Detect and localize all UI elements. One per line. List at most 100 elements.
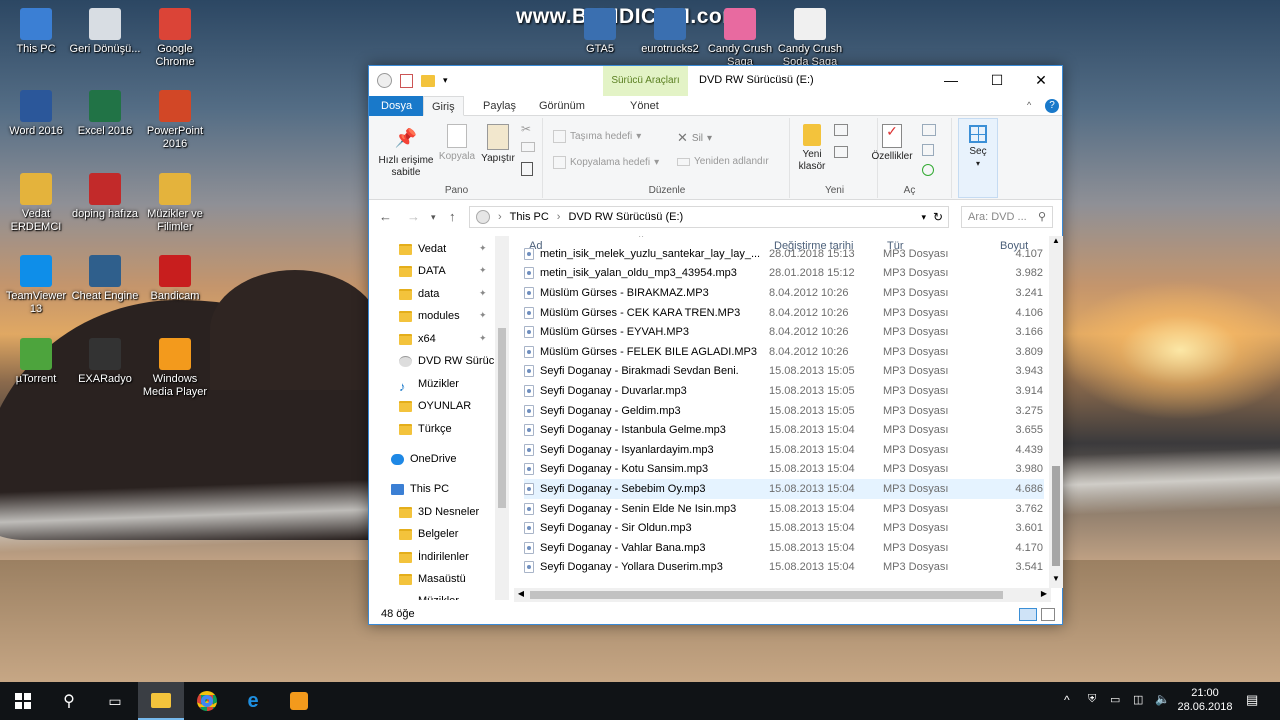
file-list-vertical-scrollbar[interactable]: ▲ ▼ — [1049, 236, 1063, 588]
desktop-icon[interactable]: doping hafıza — [69, 173, 141, 221]
help-icon[interactable]: ? — [1045, 99, 1059, 113]
edge-taskbar-icon[interactable]: e — [230, 682, 276, 720]
copy-path-icon[interactable] — [521, 142, 535, 152]
address-history-chevron-icon[interactable]: ▾ — [921, 212, 926, 223]
large-icons-view-icon[interactable] — [1041, 608, 1055, 621]
desktop-icon[interactable]: eurotrucks2 — [634, 8, 706, 56]
volume-icon[interactable]: 🔈 — [1155, 692, 1170, 706]
nav-item[interactable]: OYUNLAR — [399, 395, 471, 417]
easy-access-icon[interactable] — [834, 146, 848, 158]
defender-shield-icon[interactable]: ⛨ — [1088, 693, 1096, 706]
scroll-left-icon[interactable]: ◀ — [514, 589, 528, 598]
open-icon[interactable] — [922, 124, 936, 136]
media-player-taskbar-icon[interactable] — [276, 682, 322, 720]
nav-item[interactable]: Türkçe — [399, 418, 452, 440]
up-arrow-icon[interactable]: ↑ — [449, 209, 456, 224]
file-row[interactable]: Seyfi Doganay - Birakmadi Sevdan Beni. 15… — [524, 362, 1044, 382]
nav-item[interactable]: data — [399, 283, 439, 305]
nav-item[interactable]: ♪ Müzikler — [399, 373, 459, 395]
desktop-icon[interactable]: Candy Crush Soda Saga — [774, 8, 846, 69]
nav-item[interactable]: x64 — [399, 328, 436, 350]
file-row[interactable]: Seyfi Doganay - Istanbula Gelme.mp3 15.08… — [524, 420, 1044, 440]
paste-shortcut-icon[interactable] — [521, 162, 533, 176]
scroll-up-icon[interactable]: ▲ — [1049, 236, 1063, 250]
tab-home[interactable]: Giriş — [423, 96, 464, 116]
file-row[interactable]: Seyfi Doganay - Vahlar Bana.mp3 15.08.201… — [524, 538, 1044, 558]
forward-arrow-icon[interactable]: → — [407, 209, 420, 224]
cut-icon[interactable]: ✂ — [521, 122, 531, 136]
file-row[interactable]: Seyfi Doganay - Isyanlardayim.mp3 15.08.2… — [524, 440, 1044, 460]
new-folder-button[interactable]: Yeni klasör — [792, 122, 832, 173]
tab-view[interactable]: Görünüm — [531, 96, 593, 116]
task-view-icon[interactable]: ▭ — [92, 682, 138, 720]
tab-manage[interactable]: Yönet — [622, 96, 667, 116]
tab-file[interactable]: Dosya — [369, 96, 425, 116]
clock[interactable]: 21:00 28.06.2018 — [1177, 686, 1233, 714]
new-item-icon[interactable] — [834, 124, 848, 136]
desktop-icon[interactable]: EXARadyo — [69, 338, 141, 386]
copy-to-button[interactable]: Kopyalama hedefi ▾ — [553, 156, 659, 169]
expand-ribbon-icon[interactable]: ^ — [1027, 100, 1031, 110]
power-battery-icon[interactable]: ▭ — [1110, 693, 1120, 706]
desktop-icon[interactable]: µTorrent — [0, 338, 72, 386]
history-icon[interactable] — [922, 164, 934, 176]
file-row[interactable]: Müslüm Gürses - BIRAKMAZ.MP3 8.04.2012 10… — [524, 283, 1044, 303]
new-folder-quick-icon[interactable] — [421, 74, 435, 87]
nav-item[interactable]: Vedat — [399, 238, 446, 260]
desktop-icon[interactable]: TeamViewer 13 — [0, 255, 72, 316]
network-icon[interactable]: ◫ — [1133, 693, 1143, 706]
desktop-icon[interactable]: Google Chrome — [139, 8, 211, 69]
scroll-right-icon[interactable]: ▶ — [1037, 589, 1051, 598]
file-row[interactable]: Seyfi Doganay - Senin Elde Ne Isin.mp3 15… — [524, 499, 1044, 519]
chrome-taskbar-icon[interactable] — [184, 682, 230, 720]
start-windows-icon[interactable] — [0, 682, 46, 720]
properties-quick-icon[interactable] — [400, 73, 413, 88]
properties-button[interactable]: ✓ Özellikler — [868, 122, 916, 163]
file-row[interactable]: Seyfi Doganay - Duvarlar.mp3 15.08.2013 1… — [524, 381, 1044, 401]
paste-button[interactable]: Yapıştır — [479, 122, 517, 165]
desktop-icon[interactable]: GTA5 — [564, 8, 636, 56]
hscroll-thumb[interactable] — [530, 591, 1003, 599]
nav-item[interactable]: DVD RW Sürücü — [399, 350, 500, 372]
file-row[interactable]: metin_isik_melek_yuzlu_santekar_lay_lay_… — [524, 244, 1044, 264]
address-bar[interactable]: › This PC › DVD RW Sürücüsü (E:) ▾ ↻ — [469, 206, 949, 228]
desktop-icon[interactable]: Excel 2016 — [69, 90, 141, 138]
show-hidden-icons-chevron-icon[interactable]: ^ — [1064, 693, 1070, 707]
nav-item[interactable]: 3D Nesneler — [399, 501, 479, 523]
nav-item[interactable]: modules — [399, 305, 460, 327]
desktop-icon[interactable]: Candy Crush Saga — [704, 8, 776, 69]
delete-button[interactable]: ✕ Sil ▾ — [677, 130, 712, 146]
nav-pane-scrollbar[interactable] — [495, 236, 509, 600]
refresh-icon[interactable]: ↻ — [933, 210, 943, 224]
nav-item[interactable]: ♪ Müzikler — [399, 590, 459, 600]
close-button[interactable]: ✕ — [1019, 66, 1063, 94]
desktop-icon[interactable]: Windows Media Player — [139, 338, 211, 399]
file-row[interactable]: Seyfi Doganay - Sebebim Oy.mp3 15.08.2013… — [524, 479, 1044, 499]
tab-share[interactable]: Paylaş — [475, 96, 524, 116]
nav-item[interactable]: DATA — [399, 260, 446, 282]
nav-item[interactable]: İndirilenler — [399, 546, 469, 568]
edit-icon[interactable] — [922, 144, 934, 156]
maximize-button[interactable]: ☐ — [975, 66, 1019, 94]
desktop-icon[interactable]: Word 2016 — [0, 90, 72, 138]
move-to-button[interactable]: Taşıma hedefi ▾ — [553, 130, 641, 143]
nav-item[interactable]: OneDrive — [391, 448, 456, 470]
search-icon[interactable]: ⚲ — [46, 682, 92, 720]
breadcrumb-dvd-drive[interactable]: DVD RW Sürücüsü (E:) — [568, 211, 683, 223]
file-explorer-taskbar-icon[interactable] — [138, 682, 184, 720]
file-row[interactable]: Seyfi Doganay - Sir Oldun.mp3 15.08.2013 … — [524, 518, 1044, 538]
details-view-icon[interactable] — [1019, 608, 1037, 621]
file-row[interactable]: Müslüm Gürses - FELEK BILE AGLADI.MP3 8.0… — [524, 342, 1044, 362]
customize-toolbar-chevron-icon[interactable]: ▾ — [443, 75, 448, 86]
file-row[interactable]: Seyfi Doganay - Yollara Duserim.mp3 15.08… — [524, 558, 1044, 578]
desktop-icon[interactable]: Bandicam — [139, 255, 211, 303]
search-input[interactable]: Ara: DVD ... ⚲ — [961, 206, 1053, 228]
nav-item[interactable]: Belgeler — [399, 523, 458, 545]
desktop-icon[interactable]: Geri Dönüşü... — [69, 8, 141, 56]
recent-locations-chevron-icon[interactable]: ▾ — [431, 212, 436, 223]
back-arrow-icon[interactable]: ← — [379, 209, 392, 224]
file-row[interactable]: Müslüm Gürses - CEK KARA TREN.MP3 8.04.20… — [524, 303, 1044, 323]
nav-item[interactable]: This PC — [391, 478, 449, 500]
desktop-icon[interactable]: Cheat Engine — [69, 255, 141, 303]
scroll-down-icon[interactable]: ▼ — [1049, 574, 1063, 588]
